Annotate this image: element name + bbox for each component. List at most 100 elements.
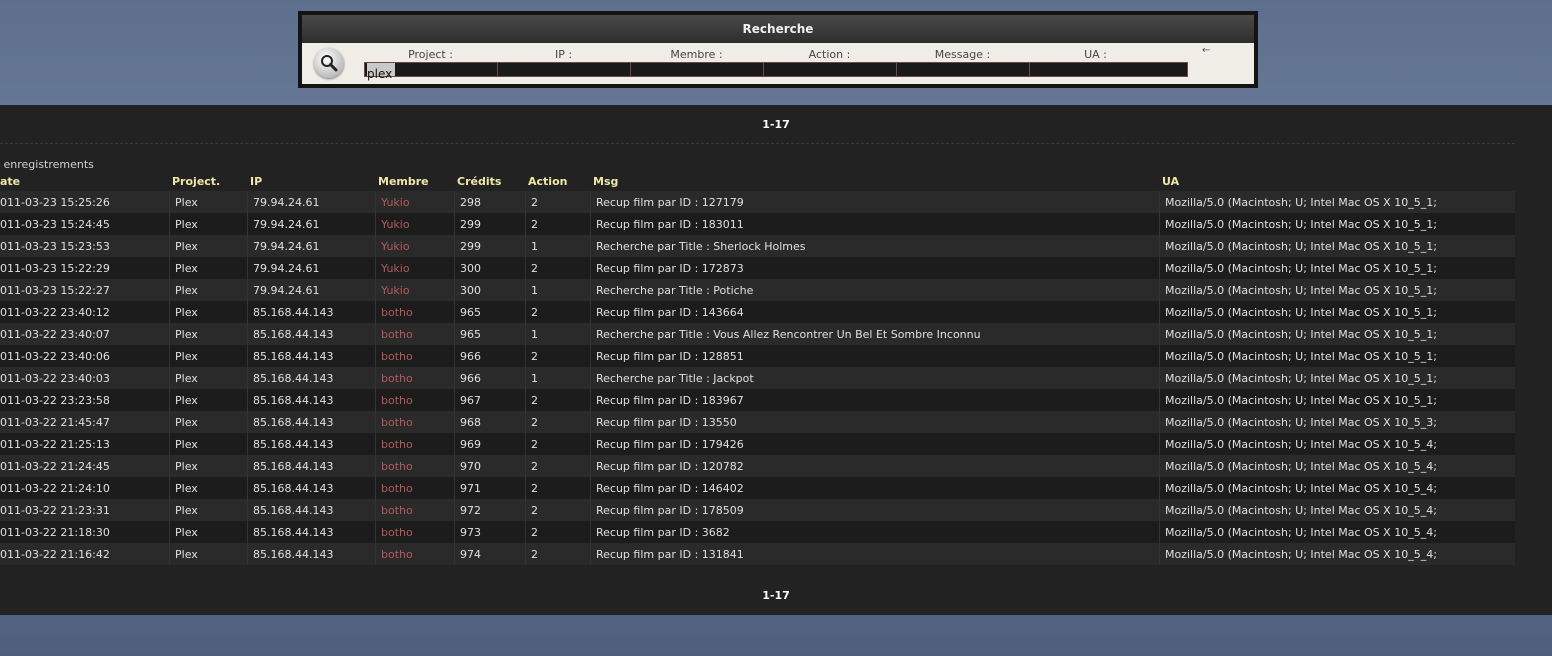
cell-member[interactable]: botho (381, 548, 413, 561)
cell-separator (169, 279, 170, 301)
cell-separator (375, 477, 376, 499)
header-msg[interactable]: Msg (593, 175, 618, 188)
record-count-label: enregistrements (3, 158, 94, 171)
header-member[interactable]: Membre (378, 175, 429, 188)
project-input[interactable] (365, 67, 497, 81)
cell-member[interactable]: botho (381, 350, 413, 363)
cell-separator (247, 323, 248, 345)
cell-msg: Recup film par ID : 120782 (596, 460, 744, 473)
cell-credits: 299 (460, 218, 481, 231)
cell-separator (590, 411, 591, 433)
cell-member[interactable]: botho (381, 526, 413, 539)
cell-separator (590, 367, 591, 389)
cell-member[interactable]: Yukio (381, 284, 410, 297)
cell-msg: Recherche par Title : Sherlock Holmes (596, 240, 806, 253)
header-action[interactable]: Action (528, 175, 567, 188)
cell-separator (375, 411, 376, 433)
cell-separator (525, 477, 526, 499)
pager-bottom[interactable]: 1-17 (0, 586, 1552, 606)
cell-member[interactable]: botho (381, 394, 413, 407)
cell-separator (169, 499, 170, 521)
divider (0, 143, 1515, 144)
cell-ip: 79.94.24.61 (253, 262, 320, 275)
header-date[interactable]: ate (0, 175, 20, 188)
cell-ua: Mozilla/5.0 (Macintosh; U; Intel Mac OS … (1165, 306, 1437, 319)
cell-member[interactable]: Yukio (381, 240, 410, 253)
cell-member[interactable]: botho (381, 372, 413, 385)
cell-separator (1159, 235, 1160, 257)
cell-separator (590, 543, 591, 565)
cell-separator (1159, 543, 1160, 565)
cell-member[interactable]: Yukio (381, 262, 410, 275)
label-project: Project : (408, 48, 453, 61)
cell-separator (247, 411, 248, 433)
membre-input[interactable] (631, 63, 764, 76)
cell-ua: Mozilla/5.0 (Macintosh; U; Intel Mac OS … (1165, 504, 1437, 517)
header-ua[interactable]: UA (1162, 175, 1179, 188)
table-row: 011-03-22 21:24:45 Plex 85.168.44.143 botho… (0, 455, 1515, 477)
cell-separator (247, 191, 248, 213)
cell-project: Plex (175, 460, 198, 473)
cell-separator (169, 301, 170, 323)
cell-separator (1159, 499, 1160, 521)
magnifier-icon[interactable] (314, 48, 344, 78)
table-row: 011-03-22 23:40:03 Plex 85.168.44.143 botho… (0, 367, 1515, 389)
cell-separator (590, 301, 591, 323)
message-input[interactable] (897, 63, 1030, 76)
cell-date: 011-03-22 21:25:13 (0, 438, 110, 451)
cell-separator (590, 191, 591, 213)
cell-separator (454, 521, 455, 543)
record-count: enregistrements (0, 158, 94, 171)
cell-separator (375, 345, 376, 367)
cell-separator (169, 389, 170, 411)
cell-separator (169, 411, 170, 433)
cell-member[interactable]: botho (381, 504, 413, 517)
cell-separator (454, 455, 455, 477)
cell-action: 2 (531, 196, 538, 209)
search-body: Project : IP : Membre : Action : Message… (302, 43, 1254, 84)
header-ip[interactable]: IP (250, 175, 262, 188)
cell-separator (169, 433, 170, 455)
cell-separator (1159, 257, 1160, 279)
cell-member[interactable]: botho (381, 438, 413, 451)
table-header: ate Project. IP Membre Crédits Action Ms… (0, 175, 1515, 192)
cell-project: Plex (175, 284, 198, 297)
cell-member[interactable]: Yukio (381, 196, 410, 209)
search-arrow-link[interactable]: ← (1202, 45, 1210, 56)
cell-project: Plex (175, 504, 198, 517)
pager-top[interactable]: 1-17 (0, 115, 1552, 135)
cell-ua: Mozilla/5.0 (Macintosh; U; Intel Mac OS … (1165, 284, 1437, 297)
cell-project: Plex (175, 218, 198, 231)
table-row: 011-03-22 21:16:42 Plex 85.168.44.143 botho… (0, 543, 1515, 565)
cell-separator (525, 235, 526, 257)
search-title: Recherche (302, 15, 1254, 43)
action-input[interactable] (764, 63, 897, 76)
header-credits[interactable]: Crédits (457, 175, 501, 188)
ip-input[interactable] (498, 63, 631, 76)
cell-credits: 974 (460, 548, 481, 561)
cell-ip: 85.168.44.143 (253, 306, 334, 319)
table-row: 011-03-23 15:22:27 Plex 79.94.24.61 Yukio 30… (0, 279, 1515, 301)
cell-msg: Recup film par ID : 3682 (596, 526, 730, 539)
cell-date: 011-03-22 21:45:47 (0, 416, 110, 429)
cell-separator (454, 235, 455, 257)
cell-credits: 973 (460, 526, 481, 539)
cell-member[interactable]: botho (381, 306, 413, 319)
cell-ua: Mozilla/5.0 (Macintosh; U; Intel Mac OS … (1165, 262, 1437, 275)
cell-action: 1 (531, 240, 538, 253)
cell-action: 2 (531, 504, 538, 517)
cell-member[interactable]: botho (381, 416, 413, 429)
ua-input[interactable] (1030, 63, 1187, 76)
cell-separator (247, 433, 248, 455)
cell-separator (454, 477, 455, 499)
cell-separator (454, 279, 455, 301)
header-project[interactable]: Project. (172, 175, 220, 188)
cell-separator (375, 213, 376, 235)
cell-action: 2 (531, 460, 538, 473)
cell-member[interactable]: botho (381, 328, 413, 341)
cell-member[interactable]: botho (381, 460, 413, 473)
cell-separator (169, 235, 170, 257)
cell-separator (590, 323, 591, 345)
cell-member[interactable]: Yukio (381, 218, 410, 231)
cell-member[interactable]: botho (381, 482, 413, 495)
